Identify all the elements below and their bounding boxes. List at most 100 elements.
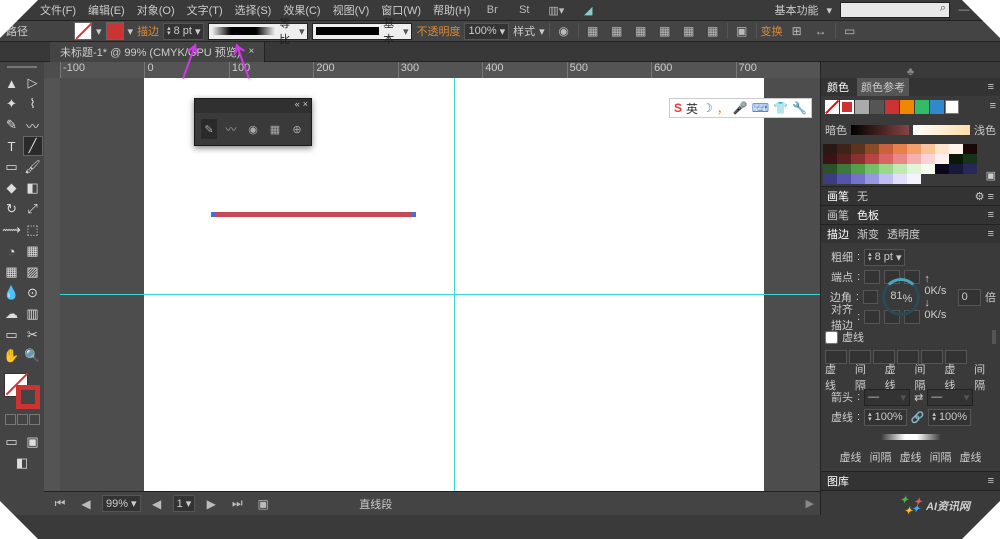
tab-gradient[interactable]: 渐变	[857, 226, 879, 242]
artboard-nav-icon[interactable]: ▣	[253, 495, 273, 513]
color-palette[interactable]: ▣	[821, 142, 1000, 186]
fill-swatch[interactable]	[74, 22, 92, 40]
ruler-horizontal[interactable]: -1000100200300400500600700	[60, 62, 820, 78]
panel-close-icon[interactable]: ×	[303, 99, 308, 113]
align-center-icon[interactable]: ▦	[607, 22, 627, 40]
ime-moon-icon[interactable]: ☽	[702, 101, 713, 115]
cap-butt[interactable]	[864, 270, 880, 284]
stroke-swatch[interactable]	[106, 22, 124, 40]
ime-mic-icon[interactable]: 🎤	[733, 101, 748, 115]
ime-tool-icon[interactable]: 🔧	[792, 101, 807, 115]
stroke-label[interactable]: 描边	[137, 23, 159, 39]
scale-tool[interactable]: ⤢	[23, 199, 43, 219]
shape-mode-icon[interactable]: ▣	[732, 22, 752, 40]
profile-select[interactable]: 等比	[208, 23, 308, 40]
style-label[interactable]: 样式	[513, 23, 535, 39]
shape-builder-tool[interactable]: ◔	[2, 241, 22, 261]
panel-grid-icon[interactable]: ▦	[267, 119, 283, 139]
tab-library[interactable]: 图库	[827, 473, 849, 489]
align-top-icon[interactable]: ▦	[655, 22, 675, 40]
eraser-tool[interactable]: ◧	[23, 178, 43, 198]
tab-swatch[interactable]: 色板	[857, 207, 879, 223]
tab-stroke[interactable]: 描边	[827, 226, 849, 242]
ime-lang[interactable]: 英	[686, 100, 698, 117]
document-tab[interactable]: 未标题-1* @ 99% (CMYK/GPU 预览)×	[50, 42, 265, 62]
dash-toggle[interactable]	[825, 331, 838, 344]
palette-new-icon[interactable]: ▣	[986, 169, 996, 182]
symbol-tool[interactable]: ☁	[2, 304, 22, 324]
swatch-menu-icon[interactable]: ≡	[990, 100, 996, 112]
draw-mode-icon[interactable]: ◧	[12, 453, 32, 473]
floating-stroke-panel[interactable]: «× ✎ 〰 ◉ ▦ ⊕	[194, 98, 312, 146]
search-input[interactable]	[840, 2, 950, 18]
panel-curve-icon[interactable]: 〰	[223, 119, 239, 139]
tab-brush2[interactable]: 画笔	[827, 207, 849, 223]
drawn-line[interactable]	[211, 212, 416, 217]
magic-wand-tool[interactable]: ✦	[2, 94, 22, 114]
stock-icon[interactable]: St	[514, 1, 534, 19]
menu-edit[interactable]: 编辑(E)	[88, 2, 125, 18]
bridge-icon[interactable]: Br	[482, 1, 502, 19]
zoom-field[interactable]: 99%▾	[102, 495, 141, 512]
rect-tool[interactable]: ▭	[2, 157, 22, 177]
corner-miter[interactable]	[863, 290, 878, 304]
recolor-icon[interactable]: ◉	[554, 22, 574, 40]
lasso-tool[interactable]: ⌇	[23, 94, 43, 114]
opacity-label[interactable]: 不透明度	[416, 23, 460, 39]
prev-art-icon[interactable]: ◀	[76, 495, 96, 513]
brush-select[interactable]: 基本	[312, 23, 412, 40]
width-tool[interactable]: ⟿	[2, 220, 22, 240]
align-bot-icon[interactable]: ▦	[703, 22, 723, 40]
panel-menu-icon[interactable]: ≡	[988, 81, 994, 93]
menu-object[interactable]: 对象(O)	[137, 2, 175, 18]
mesh-tool[interactable]: ▦	[2, 262, 22, 282]
fill-stroke-proxy[interactable]	[4, 373, 40, 409]
align-center[interactable]	[864, 310, 880, 324]
next-page-icon[interactable]: ▶	[201, 495, 221, 513]
menu-view[interactable]: 视图(V)	[333, 2, 370, 18]
panel-spiral-icon[interactable]: ◉	[245, 119, 261, 139]
zoom-tool[interactable]: 🔍	[23, 346, 43, 366]
tab-close-icon[interactable]: ×	[248, 46, 254, 57]
menu-file[interactable]: 文件(F)	[40, 2, 76, 18]
gpu-icon[interactable]: ◢	[578, 1, 598, 19]
arrow-start[interactable]: —	[864, 389, 910, 406]
transform-label[interactable]: 变换	[761, 23, 783, 39]
line-tool[interactable]: ╱	[23, 136, 43, 156]
shaper-tool[interactable]: ◆	[2, 178, 22, 198]
gradient-tool[interactable]: ▨	[23, 262, 43, 282]
blend-tool[interactable]: ⊙	[23, 283, 43, 303]
panel-menu-icon[interactable]: ⚙ ≡	[975, 190, 994, 203]
type-tool[interactable]: T	[2, 136, 22, 156]
gradient-mode-icon[interactable]	[17, 414, 28, 425]
screen-full-icon[interactable]: ▣	[23, 432, 43, 452]
ime-skin-icon[interactable]: 👕	[773, 101, 788, 115]
ime-bar[interactable]: S 英 ☽ ， 🎤 ⌨ 👕 🔧	[669, 98, 812, 118]
tab-brush[interactable]: 画笔	[827, 188, 849, 204]
free-transform-tool[interactable]: ⬚	[23, 220, 43, 240]
brush-tool[interactable]: 🖌	[23, 157, 43, 177]
wh-icon[interactable]: ↔	[811, 22, 831, 40]
panel-collapse-icon[interactable]: «	[295, 99, 300, 113]
screen-normal-icon[interactable]: ▭	[2, 432, 22, 452]
artboard-tool[interactable]: ▭	[2, 325, 22, 345]
color-mode-icon[interactable]	[5, 414, 16, 425]
arrange-icon[interactable]: ▥▾	[546, 1, 566, 19]
rotate-tool[interactable]: ↻	[2, 199, 22, 219]
ruler-vertical[interactable]	[44, 78, 60, 491]
eyedropper-tool[interactable]: 💧	[2, 283, 22, 303]
direct-select-tool[interactable]: ▷	[23, 73, 43, 93]
hand-tool[interactable]: ✋	[2, 346, 22, 366]
align-mid-icon[interactable]: ▦	[679, 22, 699, 40]
slice-tool[interactable]: ✂	[23, 325, 43, 345]
panel-polar-icon[interactable]: ⊕	[289, 119, 305, 139]
recent-swatches[interactable]: ≡	[821, 96, 1000, 118]
align-left-icon[interactable]: ▦	[583, 22, 603, 40]
isolate-icon[interactable]: ▭	[840, 22, 860, 40]
ime-punct-icon[interactable]: ，	[717, 100, 729, 117]
panel-pen-icon[interactable]: ✎	[201, 119, 217, 139]
pen-tool[interactable]: ✎	[2, 115, 22, 135]
profile-preview[interactable]	[881, 434, 941, 440]
tab-color[interactable]: 颜色	[827, 79, 849, 95]
last-art-icon[interactable]: ⏭	[227, 495, 247, 513]
